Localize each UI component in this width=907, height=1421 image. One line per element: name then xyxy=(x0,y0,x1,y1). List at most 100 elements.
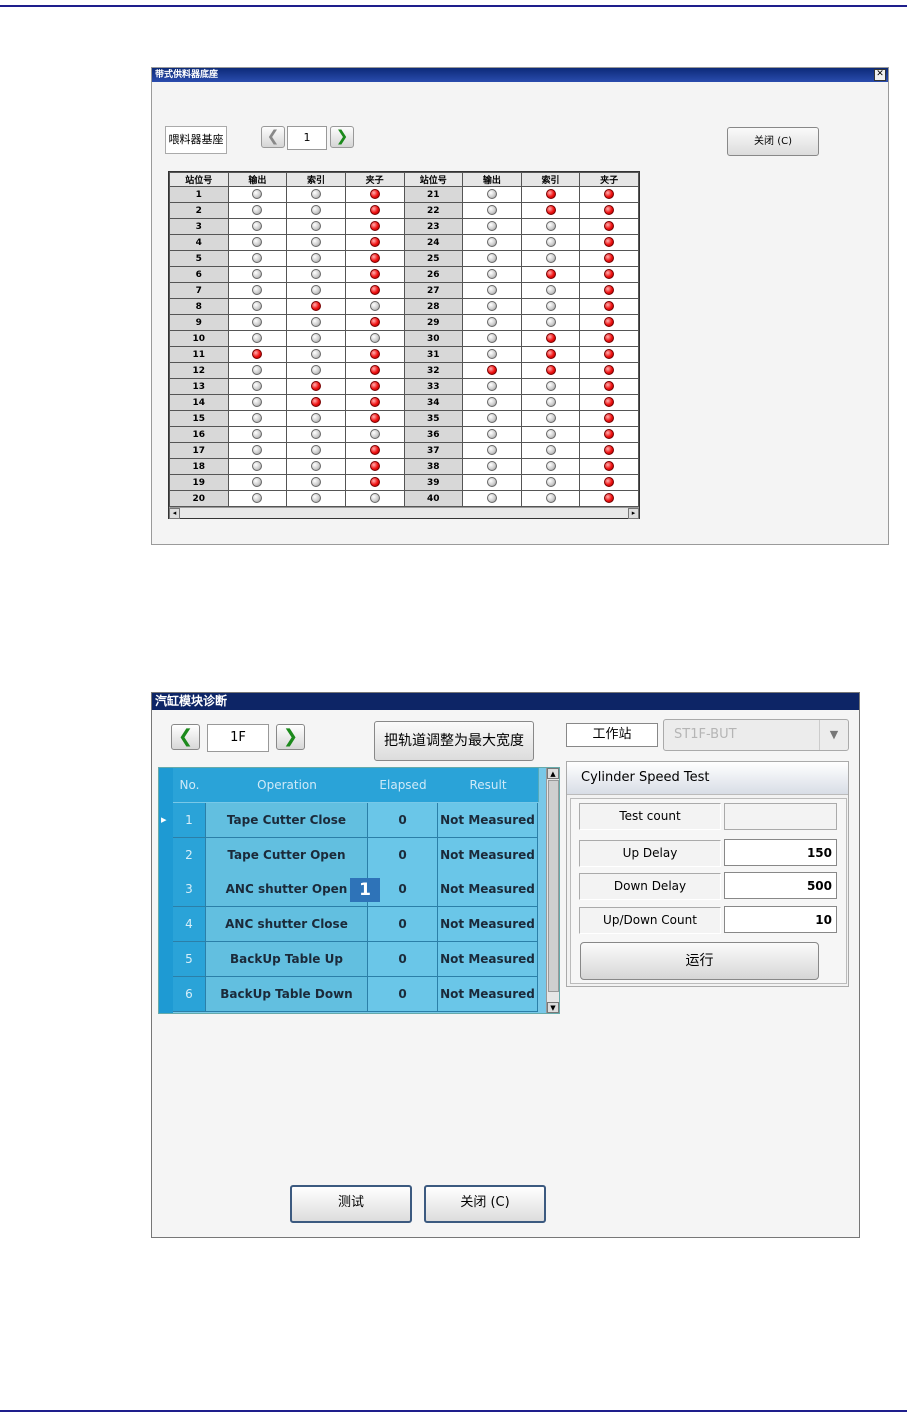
cell-elapsed: 0 xyxy=(368,907,438,943)
status-cell xyxy=(286,298,346,315)
gray-led-icon xyxy=(311,333,322,344)
status-cell xyxy=(520,218,581,235)
close-button[interactable]: 关闭 (C) xyxy=(727,127,819,156)
scroll-down-icon[interactable]: ▼ xyxy=(547,1002,559,1013)
status-cell xyxy=(462,202,522,219)
chevron-down-icon[interactable]: ▼ xyxy=(819,720,848,750)
column-header[interactable]: Result xyxy=(438,768,539,802)
status-cell xyxy=(520,186,581,203)
status-cell xyxy=(579,362,639,379)
station-number-cell: 14 xyxy=(169,394,229,411)
status-cell xyxy=(344,218,405,235)
table-row[interactable]: 2 Tape Cutter Open 0 Not Measured xyxy=(159,837,549,873)
status-cell xyxy=(286,314,346,331)
table-row[interactable]: ▸ 1 Tape Cutter Close 0 Not Measured xyxy=(159,803,549,838)
station-number-cell: 8 xyxy=(169,298,229,315)
scroll-thumb[interactable] xyxy=(548,780,559,992)
red-led-icon xyxy=(545,205,556,216)
gray-led-icon xyxy=(545,461,556,472)
chevron-left-icon: ❮ xyxy=(177,726,194,747)
down-delay-input[interactable]: 500 xyxy=(724,872,837,899)
status-cell xyxy=(227,314,288,331)
cell-elapsed: 0 xyxy=(368,837,438,873)
gray-led-icon xyxy=(545,413,556,424)
table-row: 19 39 xyxy=(169,474,639,491)
grid-header-row: 站位号 输出 索引 夹子 站位号 输出 索引 夹子 xyxy=(169,172,639,187)
run-button[interactable]: 运行 xyxy=(580,942,819,980)
status-cell xyxy=(520,330,581,347)
table-row[interactable]: 5 BackUp Table Up 0 Not Measured xyxy=(159,941,549,977)
scroll-up-icon[interactable]: ▲ xyxy=(547,768,559,779)
close-icon[interactable]: ✕ xyxy=(874,69,886,81)
page-number-field[interactable]: 1 xyxy=(287,126,327,150)
workstation-dropdown[interactable]: ST1F-BUT ▼ xyxy=(663,719,849,751)
grid-header-cell: 输出 xyxy=(227,172,288,187)
gray-led-icon xyxy=(545,301,556,312)
top-rule xyxy=(0,5,907,7)
max-width-button[interactable]: 把轨道调整为最大宽度 xyxy=(374,721,534,761)
scroll-left-icon[interactable]: ◂ xyxy=(169,508,180,519)
cell-result: Not Measured xyxy=(438,976,538,1012)
gray-led-icon xyxy=(311,237,322,248)
red-led-icon xyxy=(369,221,380,232)
red-led-icon xyxy=(545,349,556,360)
status-cell xyxy=(227,298,288,315)
gray-led-icon xyxy=(486,461,497,472)
gray-led-icon xyxy=(545,445,556,456)
red-led-icon xyxy=(369,413,380,424)
status-cell xyxy=(462,490,522,507)
status-cell xyxy=(579,266,639,283)
next-floor-button[interactable]: ❯ xyxy=(276,724,305,750)
table-row[interactable]: 6 BackUp Table Down 0 Not Measured xyxy=(159,976,549,1012)
red-led-icon xyxy=(604,189,615,200)
status-cell xyxy=(462,330,522,347)
station-number-cell: 38 xyxy=(403,458,464,475)
floor-field[interactable]: 1F xyxy=(207,724,269,752)
red-led-icon xyxy=(369,445,380,456)
status-cell xyxy=(227,186,288,203)
status-cell xyxy=(579,282,639,299)
status-cell xyxy=(520,442,581,459)
red-led-icon xyxy=(604,237,615,248)
gray-led-icon xyxy=(486,445,497,456)
table-row: 17 37 xyxy=(169,442,639,459)
status-cell xyxy=(462,250,522,267)
horizontal-scrollbar[interactable]: ◂ ▸ xyxy=(169,507,639,519)
column-header[interactable]: Elapsed xyxy=(368,768,439,802)
station-number-cell: 31 xyxy=(403,346,464,363)
red-led-icon xyxy=(252,349,263,360)
close-button[interactable]: 关闭 (C) xyxy=(424,1185,546,1223)
test-button[interactable]: 测试 xyxy=(290,1185,412,1223)
status-cell xyxy=(462,362,522,379)
gray-led-icon xyxy=(486,429,497,440)
red-led-icon xyxy=(604,317,615,328)
prev-floor-button[interactable]: ❮ xyxy=(171,724,200,750)
status-cell xyxy=(520,266,581,283)
up-delay-input[interactable]: 150 xyxy=(724,839,837,866)
column-header[interactable]: No. xyxy=(173,768,207,802)
station-number-cell: 5 xyxy=(169,250,229,267)
gray-led-icon xyxy=(486,381,497,392)
station-number-cell: 26 xyxy=(403,266,464,283)
red-led-icon xyxy=(369,477,380,488)
column-header[interactable]: Operation xyxy=(206,768,369,802)
status-cell xyxy=(286,426,346,443)
cell-result: Not Measured xyxy=(438,941,538,977)
prev-page-button[interactable]: ❮ xyxy=(261,126,285,148)
gray-led-icon xyxy=(486,333,497,344)
cell-elapsed: 0 xyxy=(368,941,438,977)
operations-grid: No. Operation Elapsed Result ▸ 1 Tape Cutter … xyxy=(158,767,560,1014)
station-number-cell: 36 xyxy=(403,426,464,443)
next-page-button[interactable]: ❯ xyxy=(330,126,354,148)
table-row[interactable]: 4 ANC shutter Close 0 Not Measured xyxy=(159,907,549,943)
table-row: 1 21 xyxy=(169,186,639,203)
station-number-cell: 15 xyxy=(169,410,229,427)
vertical-scrollbar[interactable]: ▲ ▼ xyxy=(546,768,559,1013)
status-cell xyxy=(462,410,522,427)
station-number-cell: 10 xyxy=(169,330,229,347)
scroll-right-icon[interactable]: ▸ xyxy=(628,508,639,519)
updown-count-input[interactable]: 10 xyxy=(724,906,837,933)
gray-led-icon xyxy=(311,493,322,504)
station-number-cell: 22 xyxy=(403,202,464,219)
station-number-cell: 24 xyxy=(403,234,464,251)
